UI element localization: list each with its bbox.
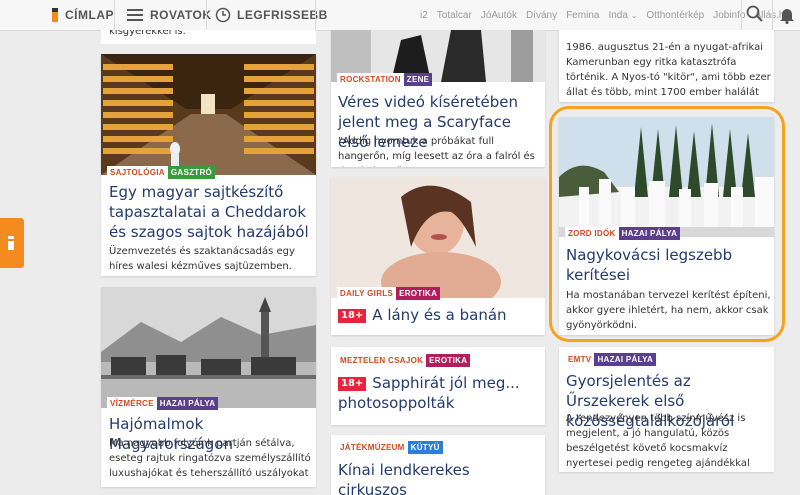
- top-navigation-bar: CÍMLAP ROVATOK LEGFRISSEBB i2 Totalcar J…: [0, 0, 800, 31]
- divider: [741, 0, 742, 30]
- section-tag[interactable]: GASZTRÓ: [167, 166, 216, 179]
- divider: [206, 0, 207, 30]
- sections-nav-label: ROVATOK: [150, 8, 212, 22]
- section-tag[interactable]: HAZAI PÁLYA: [618, 227, 681, 240]
- section-tag[interactable]: HAZAI PÁLYA: [156, 397, 219, 410]
- site-link-joautok[interactable]: JóAutók: [481, 10, 517, 21]
- article-tags: MEZTELEN CSAJOK EROTIKA: [337, 354, 471, 367]
- index-logo-icon: [8, 236, 14, 250]
- article-card-mills[interactable]: VÍZMÉRCE HAZAI PÁLYA Hajómalmok Magyaror…: [101, 287, 316, 487]
- article-lead: kísgyerekkel is.: [109, 30, 186, 37]
- article-title[interactable]: 18+ Sapphirát jól meg... photosoppolták: [338, 373, 543, 413]
- article-card-kamerun[interactable]: 1986. augusztus 21-én a nyugat-afrikai K…: [559, 30, 774, 102]
- article-title[interactable]: Kínai lendkerekes cirkuszos: [338, 460, 543, 495]
- search-button[interactable]: [746, 5, 768, 25]
- home-nav-label: CÍMLAP: [65, 8, 114, 22]
- ship-mills-image: [101, 287, 316, 408]
- article-card-meztelen[interactable]: MEZTELEN CSAJOK EROTIKA 18+ Sapphirát jól…: [331, 347, 545, 425]
- site-link-femina[interactable]: Femina: [566, 10, 599, 21]
- article-lead: "Addig nyomtuk a próbákat full hangerőn,…: [338, 136, 535, 167]
- article-title[interactable]: Nagykovácsi legszebb kerítései: [566, 245, 766, 285]
- article-lead: A rendezvényen több színművész is megjel…: [566, 413, 750, 469]
- adult-content-badge: 18+: [338, 377, 367, 391]
- hamburger-menu-icon: [127, 9, 143, 21]
- column-tag[interactable]: JÁTÉKMÚZEUM: [337, 441, 408, 454]
- article-title[interactable]: Egy magyar sajtkészítő tapasztalatai a C…: [109, 182, 314, 242]
- article-card-dailygirls[interactable]: DAILY GIRLS EROTIKA 18+ A lány és a banán: [331, 177, 545, 335]
- column-tag[interactable]: SAJTOLÓGIA: [107, 166, 168, 179]
- divider: [315, 0, 316, 30]
- article-tags: JÁTÉKMÚZEUM KÜTYÜ: [337, 441, 443, 454]
- section-tag[interactable]: EROTIKA: [426, 354, 471, 367]
- article-lead: Üzemvezetés és szaktanácsadás egy híres …: [109, 246, 295, 272]
- latest-nav-button[interactable]: LEGFRISSEBB: [215, 0, 328, 30]
- column-tag[interactable]: DAILY GIRLS: [337, 287, 397, 300]
- fence-photo-image: [559, 117, 774, 237]
- article-tags: SAJTOLÓGIA GASZTRÓ: [107, 166, 216, 179]
- side-index-tab[interactable]: [0, 218, 24, 268]
- cheese-warehouse-image: [101, 54, 316, 175]
- divider: [772, 0, 773, 30]
- column-tag[interactable]: EMTV: [565, 353, 595, 366]
- site-link-i2[interactable]: i2: [420, 10, 428, 21]
- article-card-cheese[interactable]: SAJTOLÓGIA GASZTRÓ Egy magyar sajtkészít…: [101, 54, 316, 276]
- section-tag[interactable]: KÜTYÜ: [407, 441, 443, 454]
- bell-icon: [780, 9, 794, 25]
- article-tags: DAILY GIRLS EROTIKA: [337, 287, 441, 300]
- chevron-down-icon: ⌄: [630, 10, 638, 20]
- search-icon: [746, 5, 763, 22]
- site-link-divany[interactable]: Dívány: [526, 10, 557, 21]
- article-card-jatekmuzeum[interactable]: JÁTÉKMÚZEUM KÜTYÜ Kínai lendkerekes cirk…: [331, 435, 545, 495]
- index-logo-icon: [52, 8, 58, 22]
- article-tags: ROCKSTATION ZENE: [337, 73, 433, 86]
- article-card-top-left[interactable]: kísgyerekkel is.: [101, 30, 316, 44]
- column-tag[interactable]: VÍZMÉRCE: [107, 397, 157, 410]
- article-lead: Ma nagyobb folyóink partján sétálva, ese…: [109, 438, 311, 479]
- column-tag[interactable]: MEZTELEN CSAJOK: [337, 354, 427, 367]
- clock-icon: [215, 7, 231, 23]
- column-tag[interactable]: ZORD IDŐK: [565, 227, 619, 240]
- article-title[interactable]: 18+ A lány és a banán: [338, 305, 543, 325]
- article-card-emtv[interactable]: EMTV HAZAI PÁLYA Gyorsjelentés az Űrszek…: [559, 347, 774, 472]
- home-nav-button[interactable]: CÍMLAP: [52, 0, 114, 30]
- partner-sites-list: i2 Totalcar JóAutók Dívány Femina Inda ⌄…: [420, 0, 790, 30]
- article-card-rockstation[interactable]: ROCKSTATION ZENE Véres videó kíséretében…: [331, 30, 545, 167]
- divider: [114, 0, 115, 30]
- site-link-inda-label: Inda: [608, 9, 628, 21]
- notifications-button[interactable]: [779, 6, 797, 25]
- site-link-otthonterkep[interactable]: Otthontérkép: [646, 10, 704, 21]
- article-card-fence[interactable]: ZORD IDŐK HAZAI PÁLYA Nagykovácsi legsze…: [559, 117, 774, 335]
- column-tag[interactable]: ROCKSTATION: [337, 73, 404, 86]
- article-tags: ZORD IDŐK HAZAI PÁLYA: [565, 227, 681, 240]
- article-lead: 1986. augusztus 21-én a nyugat-afrikai K…: [566, 42, 771, 98]
- section-tag[interactable]: EROTIKA: [396, 287, 441, 300]
- article-tags: EMTV HAZAI PÁLYA: [565, 353, 657, 366]
- article-title-text: A lány és a banán: [372, 306, 507, 324]
- article-tags: VÍZMÉRCE HAZAI PÁLYA: [107, 397, 219, 410]
- adult-content-badge: 18+: [338, 309, 367, 323]
- site-link-inda[interactable]: Inda ⌄: [608, 10, 637, 21]
- site-link-totalcar[interactable]: Totalcar: [437, 10, 472, 21]
- article-lead: Ha mostanában tervezel kerítést építeni,…: [566, 290, 771, 331]
- section-tag[interactable]: ZENE: [403, 73, 433, 86]
- section-tag[interactable]: HAZAI PÁLYA: [594, 353, 657, 366]
- model-photo-image: [331, 177, 545, 298]
- sections-nav-button[interactable]: ROVATOK: [127, 0, 212, 30]
